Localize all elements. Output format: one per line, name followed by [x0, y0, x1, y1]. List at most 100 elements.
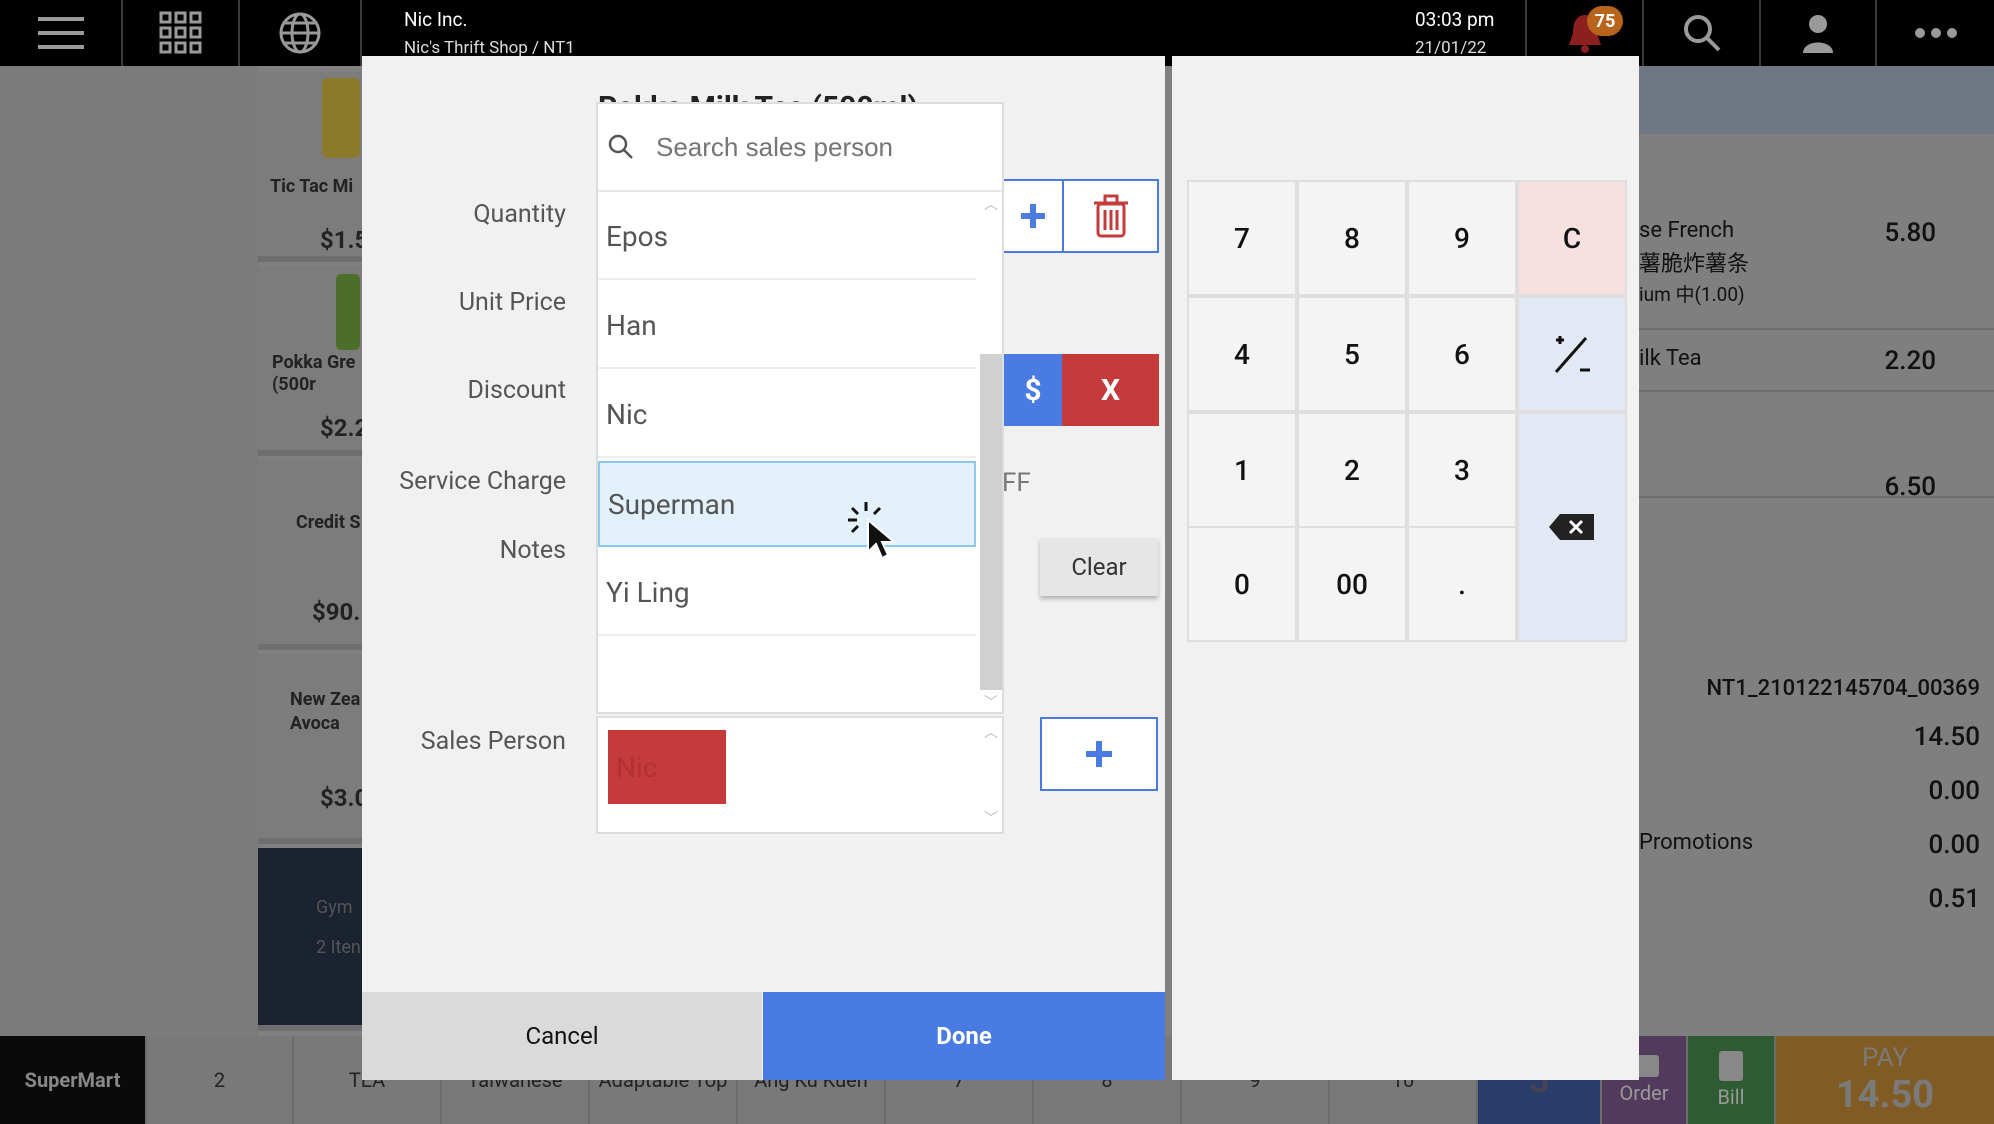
quantity-increment-button[interactable] — [1002, 179, 1064, 253]
apps-button[interactable] — [123, 0, 240, 66]
order-item-name: ilk Tea — [1639, 346, 1702, 371]
more-button[interactable] — [1877, 0, 1994, 66]
menu-icon — [37, 17, 84, 49]
order-item-name: se French — [1639, 218, 1735, 243]
language-button[interactable] — [240, 0, 362, 66]
store-label: SuperMart — [0, 1036, 147, 1124]
item-edit-dialog: Pokka Milk Tea (500ml) Quantity Unit Pri… — [362, 56, 1165, 1080]
product-card[interactable]: New Zea Avoca $3.0 — [258, 654, 368, 844]
product-image — [322, 78, 360, 158]
quantity-label: Quantity — [473, 200, 566, 229]
list-item[interactable]: Nic — [598, 372, 976, 458]
product-card[interactable]: Pokka Gre (500r $2.2 — [258, 266, 368, 456]
order-panel: se French 薯脆炸薯条 ium 中(1.00) 5.80 ilk Tea… — [1639, 66, 1994, 1036]
key-1[interactable]: 1 — [1187, 412, 1297, 528]
product-card[interactable]: Credit S $90. — [258, 460, 363, 650]
scroll-down-icon[interactable]: ﹀ — [984, 808, 998, 828]
scroll-up-icon[interactable]: ︿ — [984, 194, 998, 214]
product-card[interactable]: Tic Tac Mi $1.5 — [258, 72, 368, 262]
search-field[interactable] — [598, 104, 1002, 192]
list-item[interactable]: Epos — [598, 194, 976, 280]
scroll-up-icon[interactable]: ︿ — [984, 722, 998, 742]
key-00[interactable]: 00 — [1297, 526, 1407, 642]
category-sidebar — [0, 66, 258, 1036]
key-3[interactable]: 3 — [1407, 412, 1517, 528]
order-label: Order — [1619, 1081, 1669, 1105]
org-name: Nic Inc. — [404, 8, 468, 31]
quick-tab[interactable]: 2 — [147, 1036, 294, 1124]
promotions-value: 0.00 — [1928, 830, 1980, 860]
key-8[interactable]: 8 — [1297, 180, 1407, 296]
delete-item-button[interactable] — [1062, 179, 1159, 253]
sales-person-tag[interactable]: Nic — [608, 730, 726, 804]
search-button[interactable] — [1644, 0, 1761, 66]
order-item-price: 2.20 — [1884, 346, 1936, 376]
key-clear[interactable]: C — [1517, 180, 1627, 296]
numeric-keypad: 7 8 9 C 4 5 6 1 2 3 0 00 . — [1187, 180, 1627, 642]
subtotal-value: 14.50 — [1913, 722, 1980, 752]
summary-value: 0.00 — [1928, 776, 1980, 806]
service-charge-value[interactable]: FF — [1002, 468, 1031, 498]
bill-label: Bill — [1717, 1085, 1745, 1109]
key-backspace[interactable] — [1517, 412, 1627, 642]
trash-icon — [1093, 194, 1128, 238]
cursor-icon — [848, 502, 897, 560]
notes-label: Notes — [499, 536, 566, 565]
user-icon — [1803, 15, 1833, 53]
shop-name: Nic's Thrift Shop / NT1 — [404, 38, 575, 58]
order-header — [1639, 66, 1994, 134]
search-icon — [608, 134, 633, 159]
discount-clear-button[interactable]: X — [1062, 354, 1159, 426]
key-2[interactable]: 2 — [1297, 412, 1407, 528]
pay-amount: 14.50 — [1835, 1073, 1935, 1117]
numeric-keypad-panel: 7 8 9 C 4 5 6 1 2 3 0 00 . — [1172, 56, 1639, 1080]
product-grid: Tic Tac Mi $1.5 Pokka Gre (500r $2.2 Cre… — [258, 66, 368, 1031]
grid-icon — [159, 11, 201, 54]
search-icon — [1683, 15, 1720, 52]
key-9[interactable]: 9 — [1407, 180, 1517, 296]
key-0[interactable]: 0 — [1187, 526, 1297, 642]
pay-button[interactable]: PAY 14.50 — [1776, 1036, 1994, 1124]
bill-button[interactable]: Bill — [1688, 1036, 1776, 1124]
product-image — [336, 274, 360, 350]
scroll-down-icon[interactable]: ﹀ — [984, 692, 998, 712]
notification-badge: 75 — [1587, 6, 1623, 36]
list-scrollbar[interactable]: ︿ ﹀ — [978, 194, 1002, 712]
globe-icon — [279, 12, 321, 54]
order-line[interactable]: 6.50 — [1639, 392, 1994, 502]
key-5[interactable]: 5 — [1297, 296, 1407, 412]
key-4[interactable]: 4 — [1187, 296, 1297, 412]
combo-card[interactable]: Gym 2 Iten — [258, 848, 363, 1031]
product-name: Tic Tac Mi — [270, 176, 354, 197]
more-icon — [1914, 28, 1957, 38]
add-sales-person-button[interactable] — [1040, 717, 1158, 791]
backspace-icon — [1549, 514, 1594, 540]
done-button[interactable]: Done — [763, 992, 1165, 1080]
cancel-button[interactable]: Cancel — [362, 992, 762, 1080]
notes-clear-button[interactable]: Clear — [1040, 538, 1158, 596]
assigned-sales-person-box: Nic ︿ ﹀ — [596, 716, 1004, 834]
key-7[interactable]: 7 — [1187, 180, 1297, 296]
pay-label: PAY — [1861, 1043, 1909, 1073]
order-item-price: 6.50 — [1884, 472, 1936, 502]
tax-value: 0.51 — [1928, 884, 1980, 914]
promotions-label: Promotions — [1639, 830, 1754, 855]
scrollbar-thumb[interactable] — [980, 354, 1002, 690]
sales-person-list: Epos Han Nic Superman Yi Ling ︿ ﹀ — [598, 194, 1002, 712]
account-button[interactable] — [1761, 0, 1877, 66]
bill-icon — [1719, 1051, 1743, 1081]
key-plus-minus[interactable] — [1517, 296, 1627, 412]
key-decimal[interactable]: . — [1407, 526, 1517, 642]
plus-icon — [1086, 741, 1112, 767]
list-item[interactable]: Han — [598, 283, 976, 369]
key-6[interactable]: 6 — [1407, 296, 1517, 412]
list-item-hovered[interactable]: Superman — [598, 461, 976, 547]
receipt-number: NT1_210122145704_00369 — [1706, 676, 1980, 701]
discount-currency-toggle[interactable]: $ — [1002, 354, 1064, 426]
search-input[interactable] — [656, 131, 976, 163]
list-item[interactable]: Yi Ling — [598, 550, 976, 636]
menu-button[interactable] — [0, 0, 123, 66]
order-item-price: 5.80 — [1884, 218, 1936, 248]
clock-date: 21/01/22 — [1415, 38, 1487, 58]
order-line[interactable]: ilk Tea 2.20 — [1639, 264, 1994, 392]
